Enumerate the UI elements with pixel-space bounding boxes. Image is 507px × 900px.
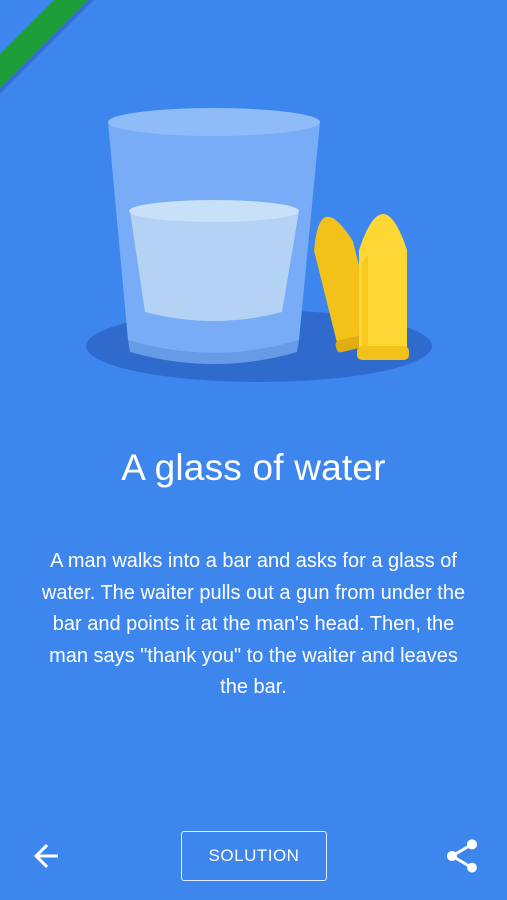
share-button[interactable] — [438, 831, 486, 881]
solution-button[interactable]: SOLUTION — [181, 831, 327, 881]
back-button[interactable] — [24, 834, 68, 878]
riddle-description: A man walks into a bar and asks for a gl… — [41, 550, 466, 698]
share-icon — [447, 839, 477, 873]
riddle-title: A glass of water — [121, 447, 386, 488]
arrow-back-icon — [34, 844, 58, 868]
glass-of-water-illustration — [0, 0, 507, 420]
